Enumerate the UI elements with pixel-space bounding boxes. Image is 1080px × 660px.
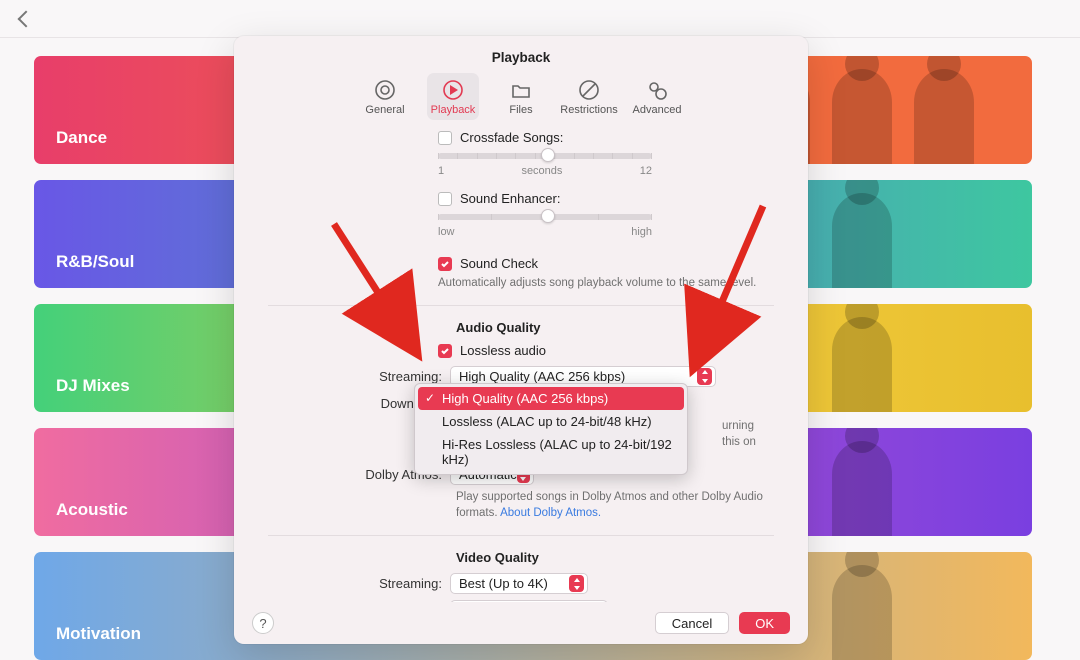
audio-streaming-label: Streaming: — [268, 369, 450, 384]
tab-files[interactable]: Files — [495, 73, 547, 120]
tab-general[interactable]: General — [359, 73, 411, 120]
crossfade-max: 12 — [640, 165, 652, 177]
tile-label: Dance — [56, 128, 107, 148]
enhancer-checkbox[interactable] — [438, 192, 452, 206]
audio-quality-title: Audio Quality — [456, 320, 774, 335]
soundcheck-checkbox[interactable] — [438, 257, 452, 271]
video-streaming-label: Streaming: — [268, 576, 450, 591]
tile-label: DJ Mixes — [56, 376, 130, 396]
dropdown-option[interactable]: Hi-Res Lossless (ALAC up to 24-bit/192 k… — [418, 433, 684, 471]
tab-advanced[interactable]: Advanced — [631, 73, 683, 120]
lossless-note: urning this on — [722, 418, 774, 450]
lossless-label: Lossless audio — [460, 343, 546, 358]
gear-icon — [374, 79, 396, 101]
crossfade-unit: seconds — [521, 165, 562, 177]
dropdown-option[interactable]: Lossless (ALAC up to 24-bit/48 kHz) — [418, 410, 684, 433]
tab-restrictions[interactable]: Restrictions — [563, 73, 615, 120]
play-icon — [442, 79, 464, 101]
about-dolby-link[interactable]: About Dolby Atmos. — [500, 507, 601, 519]
soundcheck-desc: Automatically adjusts song playback volu… — [438, 275, 774, 291]
cancel-button[interactable]: Cancel — [655, 612, 729, 634]
ok-button[interactable]: OK — [739, 612, 790, 634]
enhancer-label: Sound Enhancer: — [460, 191, 560, 206]
tab-playback[interactable]: Playback — [427, 73, 479, 120]
tile-label: Motivation — [56, 624, 141, 644]
video-streaming-select[interactable]: Best (Up to 4K) — [450, 573, 588, 594]
enhancer-low: low — [438, 226, 455, 238]
help-button[interactable]: ? — [252, 612, 274, 634]
dropdown-option[interactable]: High Quality (AAC 256 kbps) — [418, 387, 684, 410]
crossfade-min: 1 — [438, 165, 444, 177]
lossless-checkbox[interactable] — [438, 344, 452, 358]
crossfade-slider[interactable] — [438, 153, 652, 159]
tile-label: Acoustic — [56, 500, 128, 520]
enhancer-slider[interactable] — [438, 214, 652, 220]
enhancer-high: high — [631, 226, 652, 238]
folder-icon — [510, 79, 532, 101]
preferences-tab-bar: General Playback Files Restrictions Adva… — [234, 73, 808, 120]
stepper-icon — [697, 368, 712, 385]
video-quality-title: Video Quality — [456, 550, 774, 565]
playback-preferences-dialog: Playback General Playback Files Restrict… — [234, 36, 808, 644]
gears-icon — [646, 79, 668, 101]
audio-download-dropdown: High Quality (AAC 256 kbps) Lossless (AL… — [414, 383, 688, 475]
soundcheck-label: Sound Check — [460, 256, 538, 271]
dialog-title: Playback — [234, 36, 808, 67]
restrictions-icon — [578, 79, 600, 101]
crossfade-label: Crossfade Songs: — [460, 130, 563, 145]
stepper-icon — [569, 575, 584, 592]
crossfade-checkbox[interactable] — [438, 131, 452, 145]
tile-label: R&B/Soul — [56, 252, 134, 272]
back-button[interactable] — [18, 10, 35, 27]
